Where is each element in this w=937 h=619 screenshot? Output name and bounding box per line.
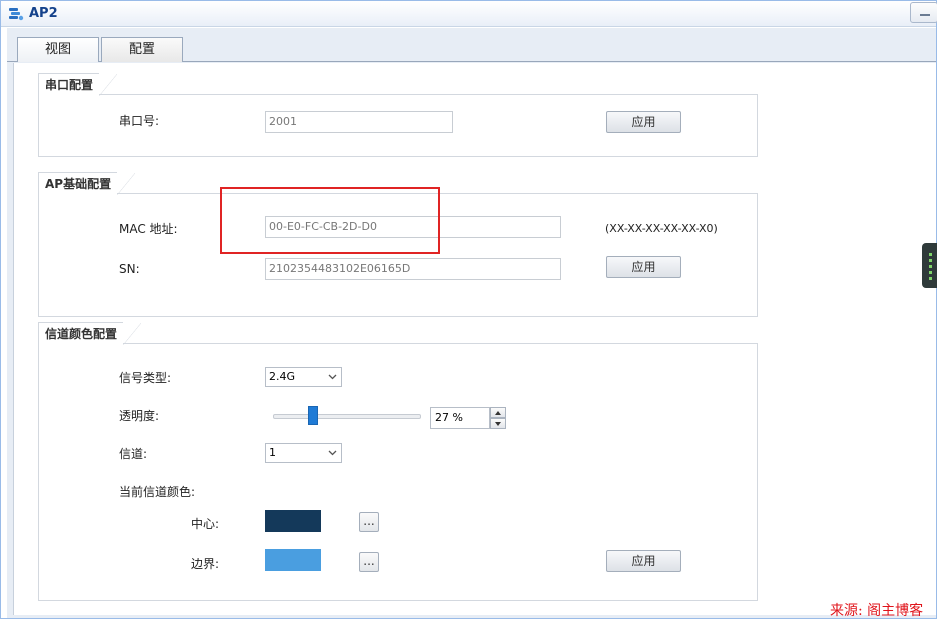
channel-select[interactable]: 1: [265, 443, 342, 463]
channel-value: 1: [269, 446, 276, 459]
arrow-up-icon: [495, 411, 501, 415]
chevron-down-icon: [328, 374, 337, 380]
tab-config[interactable]: 配置: [101, 37, 183, 62]
mac-address-label: MAC 地址:: [119, 222, 178, 236]
mac-format-hint: (XX-XX-XX-XX-XX-X0): [605, 222, 718, 235]
minimize-button[interactable]: [910, 2, 937, 23]
sn-input[interactable]: 2102354483102E06165D: [265, 258, 561, 280]
channel-label: 信道:: [119, 447, 148, 461]
opacity-spinner-buttons: [490, 407, 506, 429]
window-title: AP2: [29, 6, 58, 21]
sn-label: SN:: [119, 262, 140, 276]
center-color-swatch: [265, 510, 321, 532]
opacity-slider-track[interactable]: [273, 414, 421, 419]
spin-up-button[interactable]: [490, 407, 506, 418]
signal-type-select[interactable]: 2.4G: [265, 367, 342, 387]
signal-type-label: 信号类型:: [119, 371, 172, 385]
content-area: 视图 配置 串口配置 串口号: 2001 应用 AP基础配置 MAC 地址: 0…: [7, 28, 936, 618]
channel-color-config-group: 信道颜色配置 信号类型: 2.4G 透明度: 27 % 信道: 1 当前信道颜色…: [38, 322, 758, 601]
watermark-text: 来源: 阁主博客: [830, 603, 924, 619]
opacity-label: 透明度:: [119, 409, 160, 423]
serial-port-input[interactable]: 2001: [265, 111, 453, 133]
border-color-label: 边界:: [191, 557, 220, 571]
side-status-widget[interactable]: [922, 243, 937, 288]
serial-apply-button[interactable]: 应用: [606, 111, 681, 133]
border-color-swatch: [265, 549, 321, 571]
opacity-spinner-input[interactable]: 27 %: [430, 407, 490, 429]
opacity-slider-thumb[interactable]: [307, 406, 318, 425]
basic-apply-button[interactable]: 应用: [606, 256, 681, 278]
center-color-picker-button[interactable]: ...: [359, 512, 379, 532]
signal-type-value: 2.4G: [269, 370, 296, 383]
channel-apply-button[interactable]: 应用: [606, 550, 681, 572]
config-panel: 串口配置 串口号: 2001 应用 AP基础配置 MAC 地址: 00-E0-F…: [13, 63, 936, 615]
minimize-icon: [920, 14, 930, 16]
arrow-down-icon: [495, 422, 501, 426]
channel-color-legend: 信道颜色配置: [38, 322, 142, 345]
chevron-down-icon: [328, 450, 337, 456]
border-color-picker-button[interactable]: ...: [359, 552, 379, 572]
title-bar[interactable]: AP2: [1, 1, 937, 27]
center-color-label: 中心:: [191, 517, 220, 531]
serial-config-group: 串口配置 串口号: 2001 应用: [38, 73, 758, 157]
spin-down-button[interactable]: [490, 418, 506, 429]
ap-app-icon: [9, 8, 24, 21]
ap-basic-config-legend: AP基础配置: [38, 172, 136, 195]
ap2-window: AP2 视图 配置 串口配置 串口号: 2001 应用 AP基础配置 MAC 地…: [0, 0, 937, 619]
current-channel-color-label: 当前信道颜色:: [119, 485, 196, 499]
tab-view[interactable]: 视图: [17, 37, 99, 62]
serial-config-legend: 串口配置: [38, 73, 118, 96]
mac-highlight-box: [220, 187, 440, 254]
tab-bar: 视图 配置: [7, 28, 936, 62]
serial-port-label: 串口号:: [119, 114, 160, 128]
